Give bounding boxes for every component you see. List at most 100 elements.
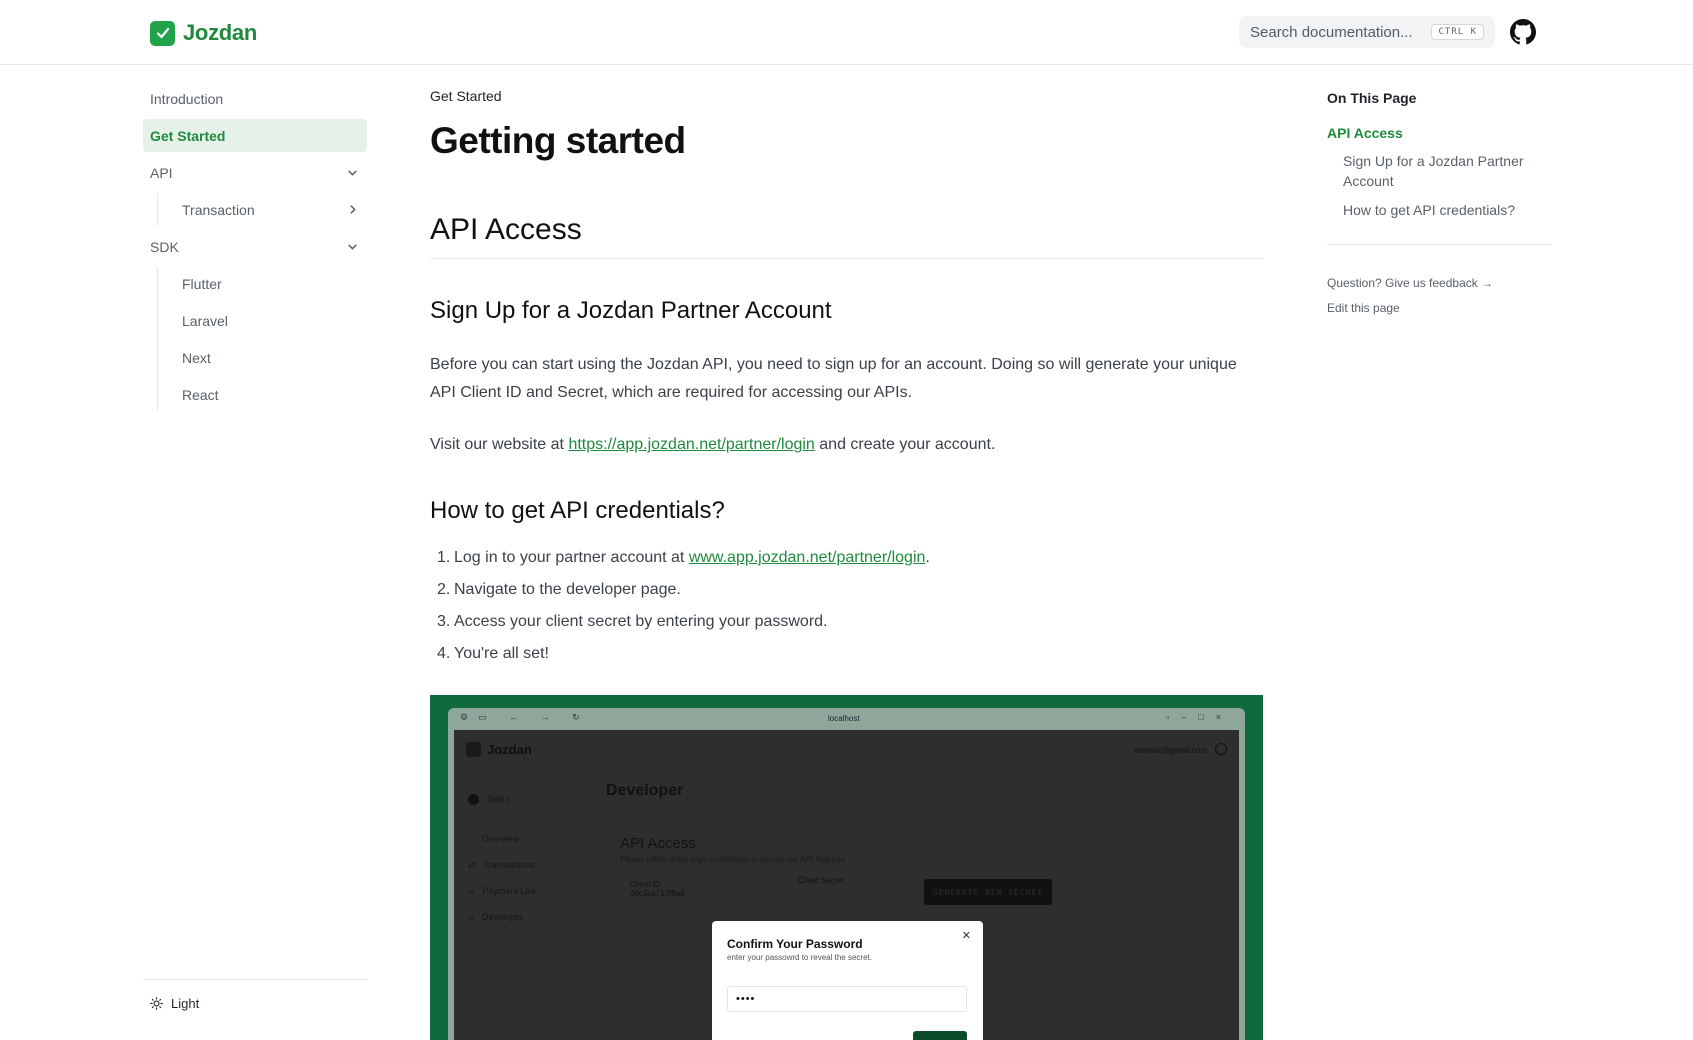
modal-title: Confirm Your Password bbox=[727, 937, 863, 951]
generate-secret-button: GENERATE NEW SECRET bbox=[924, 879, 1052, 905]
step-suffix: . bbox=[925, 549, 930, 566]
chevron-down-icon bbox=[348, 244, 357, 250]
heading-credentials: How to get API credentials? bbox=[430, 497, 725, 524]
partner-login-link-2[interactable]: www.app.jozdan.net/partner/login bbox=[689, 549, 926, 566]
section-heading-api-access: API Access bbox=[430, 213, 1263, 259]
logo[interactable]: Jozdan bbox=[150, 20, 257, 46]
sidebar-item-label: SDK bbox=[150, 238, 179, 255]
theme-toggle[interactable]: Light bbox=[143, 979, 367, 1011]
menu-label: Payment Link bbox=[482, 886, 537, 896]
step-text: Access your client secret by entering yo… bbox=[454, 613, 828, 630]
browser-address: localhost bbox=[828, 714, 860, 723]
link-icon: ∞ bbox=[468, 886, 475, 896]
sidebar-item-next[interactable]: Next bbox=[175, 341, 367, 374]
home-icon: ⌂ bbox=[468, 834, 474, 844]
app-email: akkouat@gmail.com bbox=[1134, 746, 1207, 755]
app-logo-text: Jozdan bbox=[487, 742, 532, 757]
window-controls-icon: ▫–□× bbox=[1166, 712, 1233, 722]
sidebar-item-laravel[interactable]: Laravel bbox=[175, 304, 367, 337]
step-text: Log in to your partner account at bbox=[454, 549, 689, 566]
sidebar-item-introduction[interactable]: Introduction bbox=[143, 82, 367, 115]
visit-prefix: Visit our website at bbox=[430, 436, 569, 453]
step-text: Navigate to the developer page. bbox=[454, 581, 681, 598]
toc-title: On This Page bbox=[1327, 90, 1417, 106]
app-logo-icon bbox=[466, 742, 481, 757]
theme-label: Light bbox=[171, 996, 200, 1011]
sidebar-item-transaction[interactable]: Transaction bbox=[175, 193, 367, 226]
signup-paragraph: Before you can start using the Jozdan AP… bbox=[430, 356, 1237, 401]
client-id-value: 46c3ce712f8ad bbox=[630, 889, 685, 898]
app-menu-overview: ⌂ Overview bbox=[468, 826, 537, 852]
toc-item-credentials[interactable]: How to get API credentials? bbox=[1327, 200, 1551, 220]
list-item: 2. Navigate to the developer page. bbox=[430, 581, 930, 613]
search-shortcut: CTRL K bbox=[1431, 24, 1484, 40]
org-name: Satim bbox=[487, 794, 511, 804]
sidebar-api-group: Transaction bbox=[157, 193, 367, 226]
sidebar-item-api[interactable]: API bbox=[143, 156, 367, 189]
app-section-sub: Please utilize these login credentials t… bbox=[620, 855, 847, 864]
search-placeholder: Search documentation... bbox=[1250, 23, 1413, 41]
toc-divider bbox=[1327, 244, 1551, 245]
visit-paragraph: Visit our website at https://app.jozdan.… bbox=[430, 431, 1263, 459]
feedback-link[interactable]: Question? Give us feedback → bbox=[1327, 276, 1551, 290]
sidebar-item-label: Introduction bbox=[150, 90, 224, 107]
edit-page-link[interactable]: Edit this page bbox=[1327, 301, 1551, 315]
toc-item-api-access[interactable]: API Access bbox=[1327, 123, 1551, 143]
list-item: 3. Access your client secret by entering … bbox=[430, 613, 930, 645]
sidebar-item-get-started[interactable]: Get Started bbox=[143, 119, 367, 152]
user-icon bbox=[1215, 743, 1227, 755]
search-input[interactable]: Search documentation... CTRL K bbox=[1239, 16, 1495, 48]
page-title: Getting started bbox=[430, 120, 686, 161]
list-item: 1. Log in to your partner account at www.… bbox=[437, 549, 930, 566]
browser-toolbar: ⚙▭ ← → ↻ localhost ▫–□× bbox=[448, 708, 1245, 730]
list-item: 4. You're all set! bbox=[430, 645, 930, 677]
sidebar-item-flutter[interactable]: Flutter bbox=[175, 267, 367, 300]
app-org: Satim bbox=[468, 786, 537, 812]
step-text: You're all set! bbox=[454, 645, 549, 662]
chevron-right-icon bbox=[350, 205, 356, 214]
app-sidebar: Satim ⌂ Overview ⇄ Transactions ∞ Payment L… bbox=[468, 786, 537, 930]
partner-login-link[interactable]: https://app.jozdan.net/partner/login bbox=[568, 436, 814, 453]
toc-item-signup[interactable]: Sign Up for a Jozdan Partner Account bbox=[1327, 151, 1551, 191]
close-icon: ✕ bbox=[961, 930, 971, 942]
app-menu-transactions: ⇄ Transactions bbox=[468, 852, 537, 878]
menu-label: Overview bbox=[481, 834, 519, 844]
sidebar-item-label: Laravel bbox=[182, 312, 228, 329]
sidebar-item-label: Transaction bbox=[182, 201, 255, 218]
sun-icon bbox=[150, 997, 163, 1010]
app-menu-developer: ‹› Developer bbox=[468, 904, 537, 930]
client-secret-block: Client Secret bbox=[798, 876, 844, 885]
sidebar-sdk-group: Flutter Laravel Next React bbox=[157, 267, 367, 411]
heading-signup: Sign Up for a Jozdan Partner Account bbox=[430, 297, 832, 324]
top-header: Jozdan Search documentation... CTRL K bbox=[0, 0, 1693, 65]
browser-window: ⚙▭ ← → ↻ localhost ▫–□× Jozdan akkouat@g… bbox=[448, 708, 1245, 1040]
code-icon: ‹› bbox=[468, 912, 474, 922]
screenshot-figure: ⚙▭ ← → ↻ localhost ▫–□× Jozdan akkouat@g… bbox=[430, 695, 1263, 1040]
sidebar-item-label: React bbox=[182, 386, 219, 403]
modal-subtitle: enter your passowrd to reveal the secret… bbox=[727, 953, 872, 962]
sidebar-item-label: Next bbox=[182, 349, 211, 366]
breadcrumb: Get Started bbox=[430, 88, 502, 104]
sidebar-item-label: Get Started bbox=[150, 127, 226, 144]
sidebar-item-sdk[interactable]: SDK bbox=[143, 230, 367, 263]
app-section-title: API Access bbox=[620, 835, 696, 852]
chevron-down-icon bbox=[348, 170, 357, 176]
github-icon[interactable] bbox=[1510, 19, 1536, 45]
org-avatar-icon bbox=[468, 793, 479, 805]
app-screen: Jozdan akkouat@gmail.com Satim ⌂ Overview… bbox=[454, 730, 1239, 1040]
logo-check-icon bbox=[150, 20, 175, 46]
app-page-title: Developer bbox=[606, 782, 684, 799]
browser-nav-icons: ⚙▭ ← → ↻ bbox=[460, 712, 590, 722]
sidebar-item-react[interactable]: React bbox=[175, 378, 367, 411]
on-this-page: On This Page API Access Sign Up for a Jo… bbox=[1327, 90, 1551, 326]
app-menu-payment-link: ∞ Payment Link bbox=[468, 878, 537, 904]
visit-suffix: and create your account. bbox=[814, 436, 996, 453]
sidebar-item-label: Flutter bbox=[182, 275, 222, 292]
menu-label: Transactions bbox=[483, 860, 535, 870]
sidebar-item-label: API bbox=[150, 164, 173, 181]
list-icon: ⇄ bbox=[468, 859, 476, 870]
menu-label: Developer bbox=[482, 912, 524, 922]
modal-confirm-button: Confirm bbox=[913, 1031, 967, 1040]
client-secret-label: Client Secret bbox=[798, 876, 844, 885]
